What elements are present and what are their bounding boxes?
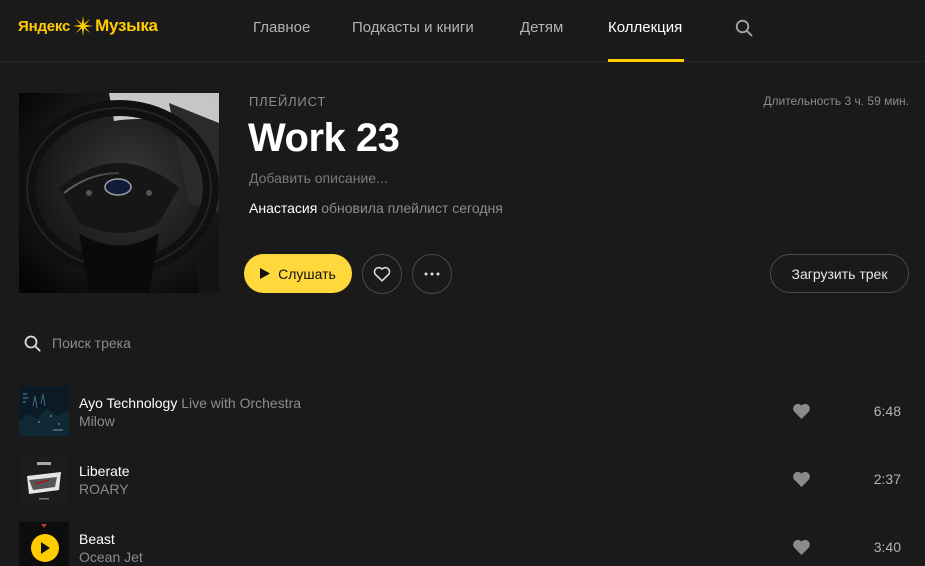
add-description-link[interactable]: Добавить описание... bbox=[249, 170, 388, 186]
playlist-update-info: Анастасия обновила плейлист сегодня bbox=[249, 200, 503, 216]
upload-track-button[interactable]: Загрузить трек bbox=[770, 254, 909, 293]
playlist-owner-link[interactable]: Анастасия bbox=[249, 200, 317, 216]
playlist-update-text: обновила плейлист сегодня bbox=[317, 200, 503, 216]
track-duration: 2:37 bbox=[873, 471, 901, 487]
track-cover-image bbox=[19, 522, 69, 566]
track-duration: 3:40 bbox=[873, 539, 901, 555]
track-row[interactable]: Ayo Technology Live with Orchestra Milow… bbox=[0, 386, 925, 446]
nav-collection[interactable]: Коллекция bbox=[608, 19, 682, 37]
play-icon bbox=[260, 268, 271, 279]
track-play-button[interactable] bbox=[31, 534, 59, 562]
heart-icon[interactable] bbox=[792, 538, 811, 556]
playlist-title: Work 23 bbox=[248, 116, 400, 160]
track-version: Live with Orchestra bbox=[181, 395, 302, 411]
track-title-line: Liberate bbox=[79, 463, 130, 479]
track-title[interactable]: Beast bbox=[79, 531, 115, 547]
playlist-kind-label: ПЛЕЙЛИСТ bbox=[249, 94, 327, 109]
playlist-duration: Длительность 3 ч. 59 мин. bbox=[763, 94, 909, 108]
track-title[interactable]: Ayo Technology bbox=[79, 395, 177, 411]
yandex-music-logo[interactable]: Яндекс Музыка bbox=[18, 14, 158, 38]
heart-outline-icon bbox=[373, 266, 391, 282]
logo-yandex-text: Яндекс bbox=[18, 17, 71, 35]
search-icon[interactable] bbox=[735, 19, 753, 37]
play-playlist-button[interactable]: Слушать bbox=[244, 254, 352, 293]
more-options-button[interactable] bbox=[412, 254, 452, 294]
track-title[interactable]: Liberate bbox=[79, 463, 130, 479]
track-cover-image bbox=[19, 454, 69, 504]
nav-active-indicator bbox=[608, 59, 684, 62]
heart-icon[interactable] bbox=[792, 402, 811, 420]
track-search-input[interactable] bbox=[52, 335, 302, 351]
more-dots-icon bbox=[424, 272, 440, 276]
top-header: Яндекс Музыка Главное Подкасты и книги Д… bbox=[0, 0, 925, 62]
track-search bbox=[24, 333, 324, 353]
track-artist[interactable]: ROARY bbox=[79, 481, 129, 497]
like-playlist-button[interactable] bbox=[362, 254, 402, 294]
playlist-cover-image bbox=[19, 93, 219, 293]
play-button-label: Слушать bbox=[278, 265, 336, 282]
nav-main[interactable]: Главное bbox=[253, 19, 310, 37]
nav-kids[interactable]: Детям bbox=[520, 19, 563, 37]
play-icon bbox=[41, 542, 50, 554]
heart-icon[interactable] bbox=[792, 470, 811, 488]
track-title-line: Beast bbox=[79, 531, 115, 547]
track-search-icon bbox=[24, 335, 41, 352]
logo-star-icon bbox=[73, 15, 94, 37]
track-title-line: Ayo Technology Live with Orchestra bbox=[79, 395, 301, 411]
nav-podcasts-books[interactable]: Подкасты и книги bbox=[352, 19, 474, 37]
track-artist[interactable]: Milow bbox=[79, 413, 115, 429]
track-row[interactable]: Liberate ROARY 2:37 bbox=[0, 454, 925, 514]
track-artist[interactable]: Ocean Jet bbox=[79, 549, 143, 565]
track-duration: 6:48 bbox=[873, 403, 901, 419]
logo-music-text: Музыка bbox=[95, 16, 158, 35]
track-row[interactable]: Beast Ocean Jet 3:40 bbox=[0, 522, 925, 566]
track-cover-image bbox=[19, 386, 69, 436]
